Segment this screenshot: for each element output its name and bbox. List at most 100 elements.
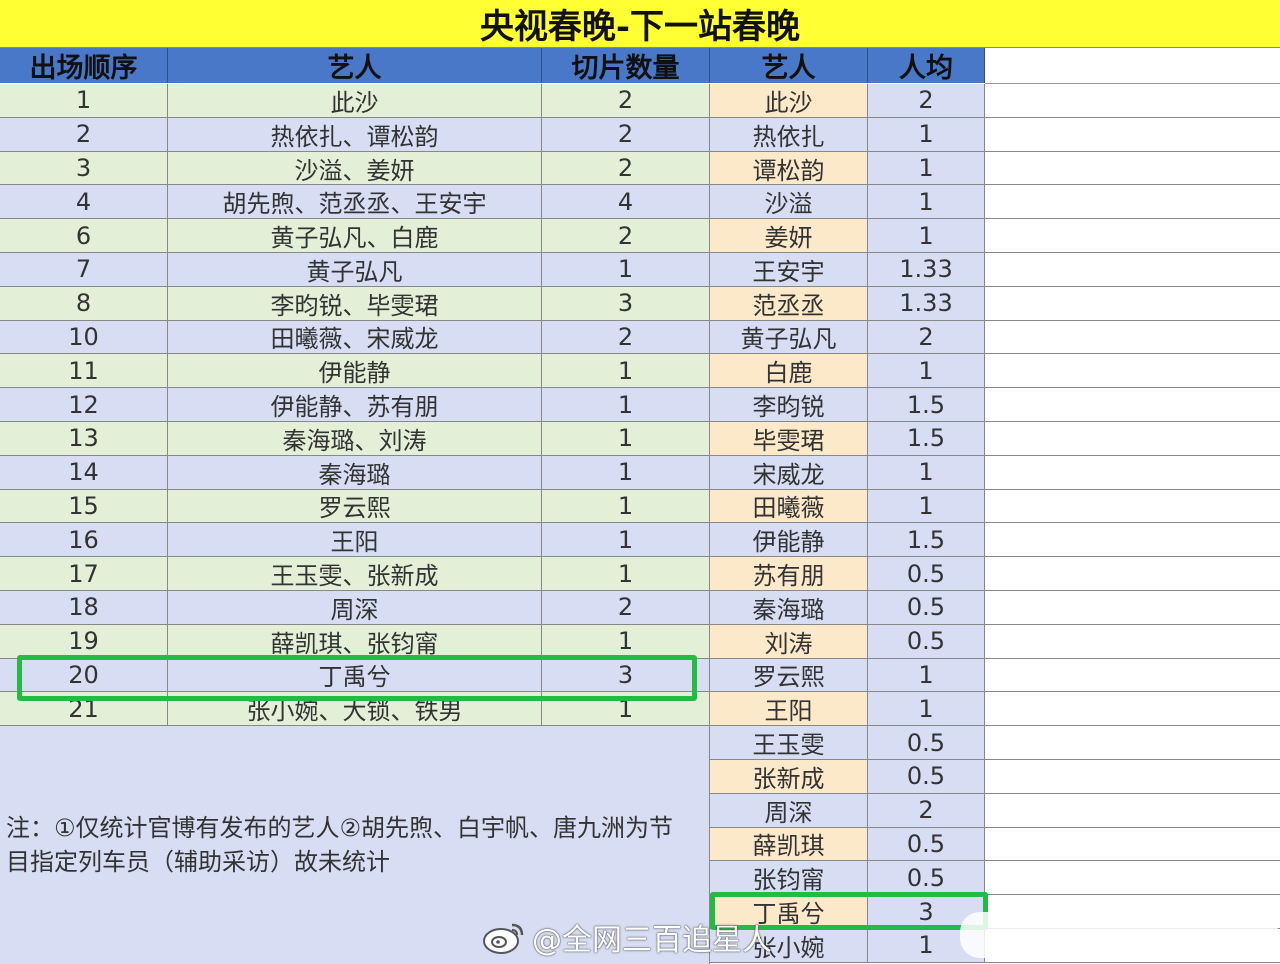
cell-artist[interactable]: 王玉雯 [710, 726, 868, 760]
header-order[interactable]: 出场顺序 [0, 48, 168, 84]
cell-average[interactable]: 1 [868, 117, 985, 152]
cell-average[interactable]: 2 [868, 320, 985, 355]
cell-artist-group[interactable]: 伊能静 [168, 354, 542, 389]
cell-average[interactable]: 2 [868, 793, 985, 828]
cell-empty[interactable] [985, 489, 1280, 524]
cell-artist-group[interactable]: 热依扎、谭松韵 [168, 117, 542, 152]
cell-artist[interactable]: 张新成 [710, 759, 868, 794]
header-artist[interactable]: 艺人 [710, 48, 868, 84]
cell-order[interactable]: 19 [0, 624, 168, 659]
cell-artist-group[interactable]: 胡先煦、范丞丞、王安宇 [168, 185, 542, 220]
cell-empty[interactable] [985, 692, 1280, 727]
cell-order[interactable]: 18 [0, 590, 168, 625]
cell-clip-count[interactable]: 1 [542, 455, 710, 490]
cell-order[interactable]: 17 [0, 557, 168, 591]
cell-artist[interactable]: 毕雯珺 [710, 421, 868, 456]
cell-empty[interactable] [985, 286, 1280, 321]
cell-average[interactable]: 1 [868, 185, 985, 220]
cell-artist-group[interactable]: 李昀锐、毕雯珺 [168, 286, 542, 321]
cell-artist[interactable]: 张钧甯 [710, 861, 868, 896]
cell-artist[interactable]: 秦海璐 [710, 590, 868, 625]
cell-artist[interactable]: 黄子弘凡 [710, 320, 868, 355]
cell-artist-group[interactable]: 薛凯琪、张钧甯 [168, 624, 542, 659]
cell-artist[interactable]: 王阳 [710, 692, 868, 727]
cell-empty[interactable] [985, 252, 1280, 287]
cell-empty[interactable] [985, 624, 1280, 659]
cell-empty[interactable] [985, 793, 1280, 828]
cell-clip-count[interactable]: 1 [542, 557, 710, 591]
cell-order[interactable]: 13 [0, 421, 168, 456]
cell-empty[interactable] [985, 84, 1280, 118]
cell-order[interactable]: 7 [0, 252, 168, 287]
cell-average[interactable]: 0.5 [868, 861, 985, 896]
cell-artist[interactable]: 伊能静 [710, 523, 868, 558]
cell-clip-count[interactable]: 2 [542, 590, 710, 625]
cell-clip-count[interactable]: 2 [542, 84, 710, 118]
cell-average[interactable]: 0.5 [868, 590, 985, 625]
cell-empty[interactable] [985, 421, 1280, 456]
cell-order[interactable]: 8 [0, 286, 168, 321]
cell-artist[interactable]: 热依扎 [710, 117, 868, 152]
cell-empty[interactable] [985, 117, 1280, 152]
cell-average[interactable]: 0.5 [868, 557, 985, 591]
cell-artist[interactable]: 李昀锐 [710, 388, 868, 422]
cell-artist[interactable]: 谭松韵 [710, 151, 868, 186]
cell-average[interactable]: 1 [868, 219, 985, 253]
cell-empty[interactable] [985, 658, 1280, 693]
cell-artist[interactable]: 田曦薇 [710, 489, 868, 524]
cell-clip-count[interactable]: 3 [542, 286, 710, 321]
cell-artist[interactable]: 苏有朋 [710, 557, 868, 591]
cell-artist[interactable]: 周深 [710, 793, 868, 828]
cell-clip-count[interactable]: 2 [542, 151, 710, 186]
cell-clip-count[interactable]: 1 [542, 489, 710, 524]
cell-average[interactable]: 1.5 [868, 388, 985, 422]
header-clip-count[interactable]: 切片数量 [542, 48, 710, 84]
cell-average[interactable]: 1 [868, 455, 985, 490]
cell-order[interactable]: 12 [0, 388, 168, 422]
cell-order[interactable]: 2 [0, 117, 168, 152]
cell-average[interactable]: 0.5 [868, 827, 985, 862]
cell-order[interactable]: 10 [0, 320, 168, 355]
cell-empty[interactable] [985, 557, 1280, 591]
cell-artist[interactable]: 罗云熙 [710, 658, 868, 693]
cell-artist[interactable]: 此沙 [710, 84, 868, 118]
cell-clip-count[interactable]: 1 [542, 421, 710, 456]
cell-order[interactable]: 15 [0, 489, 168, 524]
cell-artist-group[interactable]: 黄子弘凡、白鹿 [168, 219, 542, 253]
cell-empty[interactable] [985, 185, 1280, 220]
cell-artist[interactable]: 沙溢 [710, 185, 868, 220]
cell-order[interactable]: 11 [0, 354, 168, 389]
cell-empty[interactable] [985, 590, 1280, 625]
cell-average[interactable]: 1 [868, 354, 985, 389]
cell-artist[interactable]: 薛凯琪 [710, 827, 868, 862]
cell-artist-group[interactable]: 罗云熙 [168, 489, 542, 524]
cell-average[interactable]: 0.5 [868, 624, 985, 659]
cell-average[interactable]: 1 [868, 151, 985, 186]
cell-artist-group[interactable]: 王阳 [168, 523, 542, 558]
cell-artist-group[interactable]: 秦海璐、刘涛 [168, 421, 542, 456]
cell-order[interactable]: 6 [0, 219, 168, 253]
cell-clip-count[interactable]: 2 [542, 320, 710, 355]
cell-empty[interactable] [985, 151, 1280, 186]
cell-average[interactable]: 1.5 [868, 523, 985, 558]
cell-average[interactable]: 2 [868, 84, 985, 118]
cell-artist[interactable]: 宋威龙 [710, 455, 868, 490]
cell-artist-group[interactable]: 秦海璐 [168, 455, 542, 490]
cell-empty[interactable] [985, 219, 1280, 253]
cell-empty[interactable] [985, 320, 1280, 355]
cell-artist-group[interactable]: 此沙 [168, 84, 542, 118]
header-average[interactable]: 人均 [868, 48, 985, 84]
cell-average[interactable]: 0.5 [868, 726, 985, 760]
cell-order[interactable]: 16 [0, 523, 168, 558]
cell-clip-count[interactable]: 1 [542, 354, 710, 389]
header-artist-group[interactable]: 艺人 [168, 48, 542, 84]
cell-clip-count[interactable]: 1 [542, 624, 710, 659]
cell-average[interactable]: 1.5 [868, 421, 985, 456]
cell-empty[interactable] [985, 759, 1280, 794]
cell-empty[interactable] [985, 388, 1280, 422]
cell-average[interactable]: 1 [868, 692, 985, 727]
cell-clip-count[interactable]: 2 [542, 117, 710, 152]
cell-artist[interactable]: 王安宇 [710, 252, 868, 287]
cell-empty[interactable] [985, 523, 1280, 558]
cell-empty[interactable] [985, 827, 1280, 862]
